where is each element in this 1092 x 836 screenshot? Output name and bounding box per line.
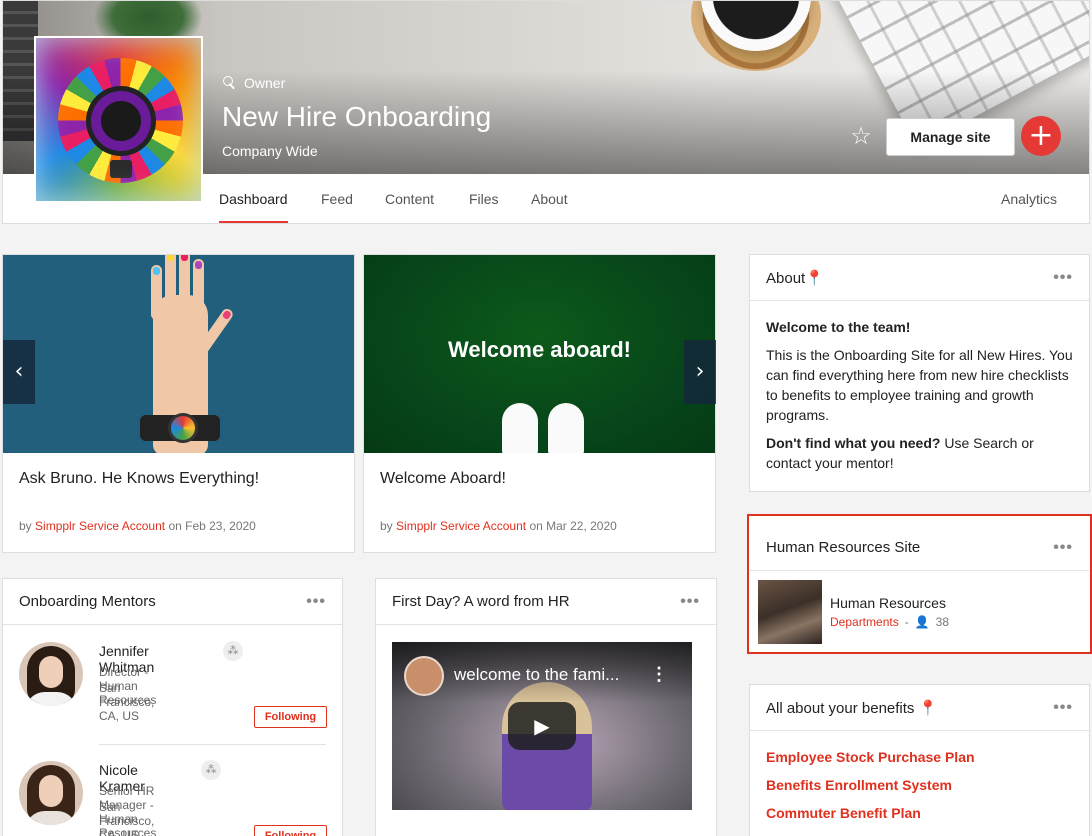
manage-site-button[interactable]: Manage site	[886, 118, 1015, 156]
about-widget: About📍 ••• Welcome to the team! This is …	[749, 254, 1090, 492]
carousel-item[interactable]: Ask Bruno. He Knows Everything! by Simpp…	[2, 254, 355, 553]
about-heading: Welcome to the team!	[766, 319, 911, 335]
video-widget: First Day? A word from HR ••• welcome to…	[375, 578, 717, 836]
site-header: Owner New Hire Onboarding Company Wide ☆…	[2, 0, 1090, 224]
mentors-widget: Onboarding Mentors ••• Jennifer Whitman …	[2, 578, 343, 836]
widget-title: Onboarding Mentors	[19, 593, 156, 610]
author-link[interactable]: Simpplr Service Account	[35, 519, 165, 533]
carousel-image: Welcome aboard!	[364, 255, 715, 453]
benefit-link[interactable]: Employee Stock Purchase Plan	[766, 749, 975, 765]
image-caption: Welcome aboard!	[448, 337, 631, 362]
tab-about[interactable]: About	[531, 191, 568, 207]
favorite-star-icon[interactable]: ☆	[848, 124, 874, 150]
video-menu-icon[interactable]: ⋮	[650, 664, 668, 685]
tab-files[interactable]: Files	[469, 191, 499, 207]
widget-title: About📍	[766, 269, 824, 287]
carousel-meta: by Simpplr Service Account on Feb 23, 20…	[19, 519, 256, 533]
owner-text: Owner	[244, 75, 286, 91]
play-button[interactable]: ▶	[508, 702, 576, 750]
about-help: Don't find what you need? Use Search or …	[766, 435, 1034, 471]
channel-avatar[interactable]	[404, 656, 444, 696]
highlight-box	[747, 514, 1092, 654]
about-text: This is the Onboarding Site for all New …	[766, 347, 1073, 423]
more-options-icon[interactable]: •••	[1053, 269, 1073, 287]
more-options-icon[interactable]: •••	[680, 593, 700, 611]
more-options-icon[interactable]: •••	[306, 593, 326, 611]
more-options-icon[interactable]: •••	[1053, 699, 1073, 717]
avatar[interactable]	[19, 642, 83, 706]
carousel-title[interactable]: Welcome Aboard!	[380, 470, 506, 488]
benefit-link[interactable]: Benefits Enrollment System	[766, 777, 952, 793]
author-link[interactable]: Simpplr Service Account	[396, 519, 526, 533]
video-title[interactable]: welcome to the fami...	[454, 665, 619, 685]
benefit-link[interactable]: Commuter Benefit Plan	[766, 805, 921, 821]
carousel-title[interactable]: Ask Bruno. He Knows Everything!	[19, 470, 259, 488]
site-tabs: Dashboard Feed Content Files About Analy…	[3, 174, 1089, 224]
org-chart-icon[interactable]: ⁂	[201, 760, 221, 780]
key-icon	[222, 75, 238, 91]
org-chart-icon[interactable]: ⁂	[223, 641, 243, 661]
carousel-meta: by Simpplr Service Account on Mar 22, 20…	[380, 519, 617, 533]
carousel-prev-button[interactable]: ‹	[3, 340, 35, 404]
benefits-widget: All about your benefits 📍 ••• Employee S…	[749, 684, 1090, 836]
tab-feed[interactable]: Feed	[321, 191, 353, 207]
carousel-item[interactable]: Welcome aboard! Welcome Aboard! by Simpp…	[363, 254, 716, 553]
tab-content[interactable]: Content	[385, 191, 434, 207]
site-title: New Hire Onboarding	[222, 101, 492, 132]
site-category: Company Wide	[222, 143, 318, 159]
mentor-location: San Francisco, CA, US	[99, 800, 155, 836]
owner-label: Owner	[222, 75, 285, 91]
add-content-button[interactable]: +	[1021, 116, 1061, 156]
mentor-location: San Francisco, CA, US	[99, 681, 155, 723]
following-button[interactable]: Following	[254, 825, 327, 836]
tab-dashboard[interactable]: Dashboard	[219, 191, 288, 223]
carousel-next-button[interactable]: ›	[684, 340, 716, 404]
widget-title: All about your benefits 📍	[766, 699, 938, 717]
widget-title: First Day? A word from HR	[392, 593, 570, 610]
avatar[interactable]	[19, 761, 83, 825]
video-player[interactable]: welcome to the fami... ⋮ ▶	[392, 642, 692, 810]
carousel-image	[3, 255, 354, 453]
following-button[interactable]: Following	[254, 706, 327, 728]
tab-analytics[interactable]: Analytics	[1001, 191, 1057, 207]
